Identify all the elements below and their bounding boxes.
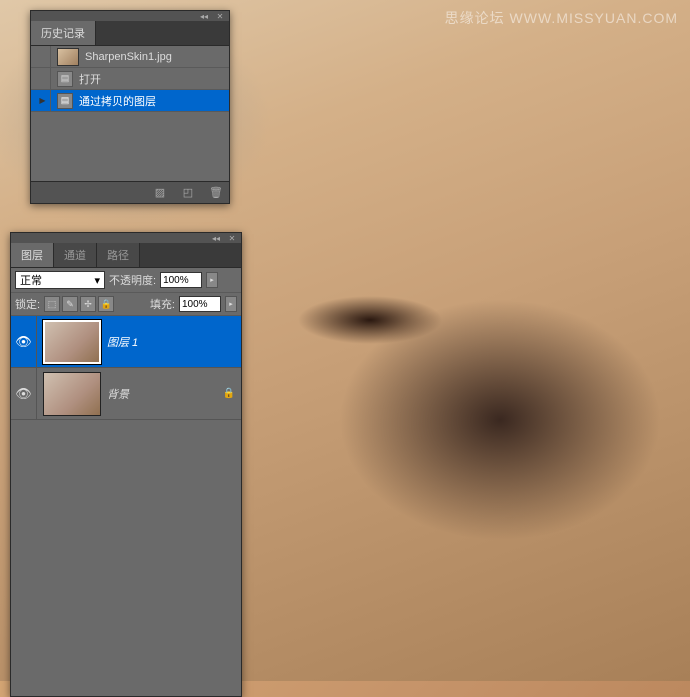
chevron-down-icon: ▾ bbox=[94, 274, 100, 287]
tab-channels[interactable]: 通道 bbox=[54, 243, 97, 267]
layer-name[interactable]: 背景 bbox=[107, 386, 217, 402]
layers-list: 👁 图层 1 👁 背景 🔒 bbox=[11, 316, 241, 696]
lock-position-icon[interactable]: ✢ bbox=[80, 296, 96, 312]
watermark-text: 思缘论坛 WWW.MISSYUAN.COM bbox=[445, 8, 678, 28]
collapse-icon[interactable]: ◂◂ bbox=[211, 234, 221, 242]
fill-input[interactable]: 100% bbox=[179, 296, 221, 312]
eye-icon: 👁 bbox=[15, 334, 32, 350]
create-document-icon[interactable]: ▨ bbox=[153, 186, 167, 200]
fill-label: 填充: bbox=[150, 296, 175, 312]
close-icon[interactable]: ✕ bbox=[227, 234, 237, 242]
snapshot-name: SharpenSkin1.jpg bbox=[85, 51, 225, 63]
blend-mode-select[interactable]: 正常 ▾ bbox=[15, 271, 105, 289]
layer-controls-row2: 锁定: ⬚ ✎ ✢ 🔒 填充: 100% ▸ bbox=[11, 293, 241, 316]
trash-icon[interactable]: 🗑 bbox=[209, 186, 223, 200]
history-snapshot-row[interactable]: SharpenSkin1.jpg bbox=[31, 46, 229, 68]
history-step-label: 通过拷贝的图层 bbox=[79, 93, 225, 109]
lock-label: 锁定: bbox=[15, 296, 40, 312]
collapse-icon[interactable]: ◂◂ bbox=[199, 12, 209, 20]
layer-row[interactable]: 👁 图层 1 bbox=[11, 316, 241, 368]
layer-thumbnail[interactable] bbox=[43, 320, 101, 364]
close-icon[interactable]: ✕ bbox=[215, 12, 225, 20]
lock-all-icon[interactable]: 🔒 bbox=[98, 296, 114, 312]
layer-lock-indicator: 🔒 bbox=[217, 388, 241, 399]
history-marker-col: ▶ bbox=[35, 90, 51, 111]
snapshot-marker-col bbox=[35, 46, 51, 67]
history-list: SharpenSkin1.jpg ▤ 打开 ▶ ▤ 通过拷贝的图层 bbox=[31, 46, 229, 181]
layer-thumbnail[interactable] bbox=[43, 372, 101, 416]
lock-transparency-icon[interactable]: ⬚ bbox=[44, 296, 60, 312]
panel-drag-header[interactable]: ◂◂ ✕ bbox=[31, 11, 229, 21]
document-icon: ▤ bbox=[57, 71, 73, 87]
panel-drag-header[interactable]: ◂◂ ✕ bbox=[11, 233, 241, 243]
new-snapshot-icon[interactable]: ◰ bbox=[181, 186, 195, 200]
eye-icon: 👁 bbox=[15, 386, 32, 402]
history-step-copy-layer[interactable]: ▶ ▤ 通过拷贝的图层 bbox=[31, 90, 229, 112]
opacity-input[interactable]: 100% bbox=[160, 272, 202, 288]
snapshot-thumbnail bbox=[57, 48, 79, 66]
visibility-toggle[interactable]: 👁 bbox=[11, 368, 37, 419]
tab-layers[interactable]: 图层 bbox=[11, 243, 54, 267]
history-footer: ▨ ◰ 🗑 bbox=[31, 181, 229, 203]
layer-name[interactable]: 图层 1 bbox=[107, 334, 217, 350]
lock-pixels-icon[interactable]: ✎ bbox=[62, 296, 78, 312]
layer-controls-row1: 正常 ▾ 不透明度: 100% ▸ bbox=[11, 268, 241, 293]
history-marker-col bbox=[35, 68, 51, 89]
layers-panel: ◂◂ ✕ 图层 通道 路径 正常 ▾ 不透明度: 100% ▸ 锁定: ⬚ ✎ … bbox=[10, 232, 242, 697]
blend-mode-value: 正常 bbox=[20, 272, 42, 288]
opacity-label: 不透明度: bbox=[109, 272, 156, 288]
tab-paths[interactable]: 路径 bbox=[97, 243, 140, 267]
history-step-open[interactable]: ▤ 打开 bbox=[31, 68, 229, 90]
tab-history[interactable]: 历史记录 bbox=[31, 21, 96, 45]
current-step-icon: ▶ bbox=[39, 96, 45, 105]
visibility-toggle[interactable]: 👁 bbox=[11, 316, 37, 367]
document-icon: ▤ bbox=[57, 93, 73, 109]
layer-row[interactable]: 👁 背景 🔒 bbox=[11, 368, 241, 420]
history-step-label: 打开 bbox=[79, 71, 225, 87]
history-panel: ◂◂ ✕ 历史记录 SharpenSkin1.jpg ▤ 打开 ▶ ▤ 通过拷贝… bbox=[30, 10, 230, 204]
fill-flyout-icon[interactable]: ▸ bbox=[225, 296, 237, 312]
opacity-flyout-icon[interactable]: ▸ bbox=[206, 272, 218, 288]
